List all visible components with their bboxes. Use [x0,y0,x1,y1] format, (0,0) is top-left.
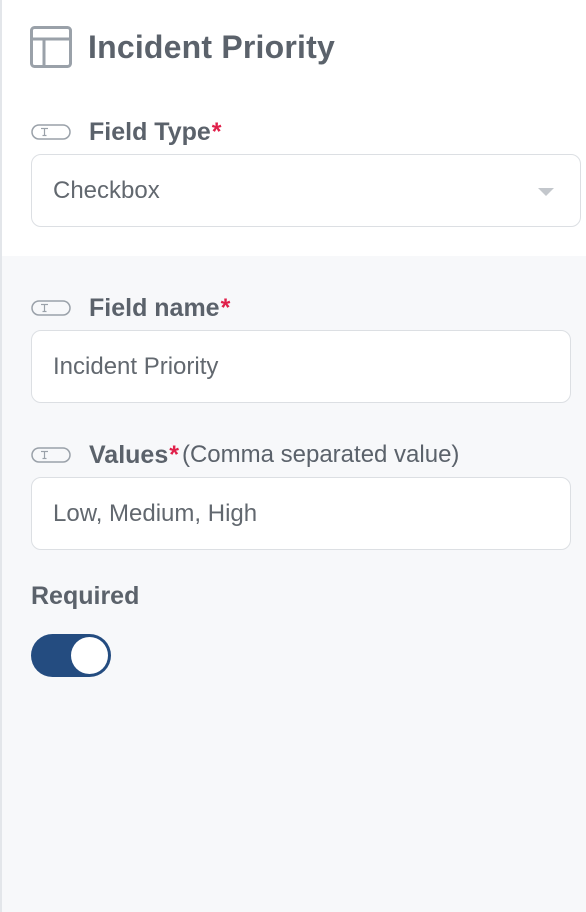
layout-icon [30,26,72,68]
panel-title: Incident Priority [88,28,335,65]
text-field-icon [31,447,71,463]
text-field-icon [31,300,71,316]
required-marker: * [211,117,222,146]
toggle-knob [71,637,108,674]
text-field-icon [31,124,71,140]
chevron-down-icon [538,188,554,196]
panel-header: Incident Priority [30,26,335,68]
field-name-label: Field name [89,293,220,322]
field-type-selected-value: Checkbox [53,176,160,204]
field-name-label-row: Field name * [31,293,230,323]
field-type-label: Field Type [89,117,211,146]
values-label: Values [89,440,169,469]
values-input[interactable]: Low, Medium, High [31,477,571,550]
values-label-row: Values * (Comma separated value) [31,440,459,470]
required-marker: * [169,440,179,469]
required-marker: * [220,293,231,322]
required-label: Required [31,582,140,610]
field-type-select[interactable]: Checkbox [31,154,581,227]
values-hint: (Comma separated value) [181,441,460,468]
values-value: Low, Medium, High [53,499,258,527]
field-type-label-row: Field Type * [31,117,222,147]
required-toggle[interactable] [31,634,111,677]
field-name-input[interactable]: Incident Priority [31,330,571,403]
field-name-value: Incident Priority [53,352,219,380]
